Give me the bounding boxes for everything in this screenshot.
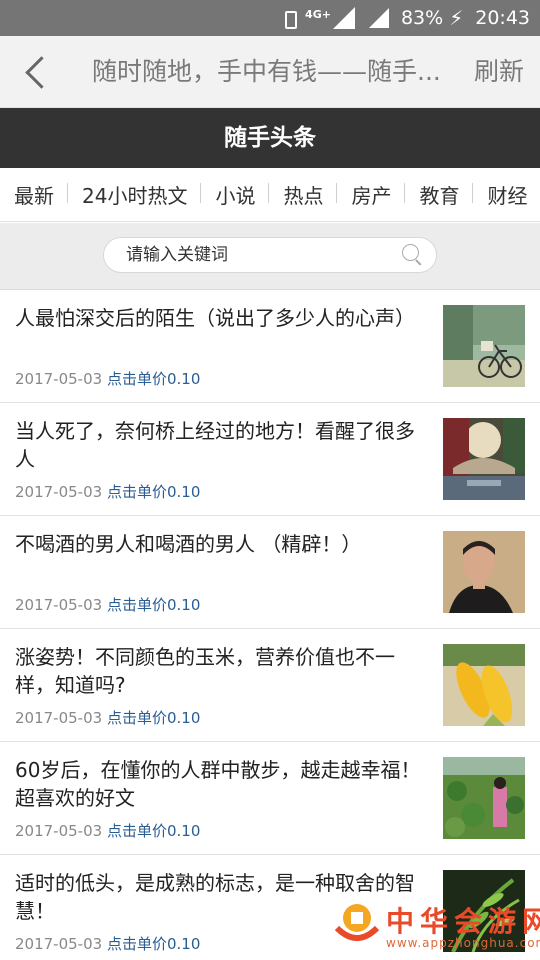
watermark-text: 中华会游网 xyxy=(386,905,540,938)
news-item[interactable]: 涨姿势！不同颜色的玉米，营养价值也不一样，知道吗? 2017-05-03 点击单… xyxy=(0,629,540,742)
news-price: 点击单价0.10 xyxy=(106,370,201,388)
news-title[interactable]: 不喝酒的男人和喝酒的男人 （精辟！） xyxy=(15,530,425,558)
news-date: 2017-05-03 xyxy=(15,709,103,727)
bicycle-photo[interactable] xyxy=(443,305,525,387)
search-icon[interactable] xyxy=(402,244,424,266)
news-meta: 2017-05-03 点击单价0.10 xyxy=(15,707,200,728)
news-item[interactable]: 人最怕深交后的陌生（说出了多少人的心声） 2017-05-03 点击单价0.10 xyxy=(0,290,540,403)
tab-finance[interactable]: 财经 xyxy=(473,180,540,209)
search-input[interactable] xyxy=(126,238,386,272)
news-price: 点击单价0.10 xyxy=(106,935,201,953)
status-icons: 4G+ 83% ⚡ 20:43 xyxy=(279,0,530,36)
refresh-button[interactable]: 刷新 xyxy=(474,36,524,108)
search-box xyxy=(103,237,437,273)
news-price: 点击单价0.10 xyxy=(106,483,201,501)
watermark-logo xyxy=(334,904,380,941)
tab-24h-hot[interactable]: 24小时热文 xyxy=(68,180,202,209)
news-meta: 2017-05-03 点击单价0.10 xyxy=(15,481,200,502)
news-meta: 2017-05-03 点击单价0.10 xyxy=(15,594,200,615)
page-title: 随时随地，手中有钱——随手... xyxy=(92,57,441,86)
search-area xyxy=(0,223,540,290)
tab-hotspot[interactable]: 热点 xyxy=(269,180,338,209)
man-portrait[interactable] xyxy=(443,531,525,613)
watermark: 中华会游网 www.appzhonghua.com xyxy=(332,898,540,958)
bridge-painting[interactable] xyxy=(443,418,525,500)
tab-novel[interactable]: 小说 xyxy=(201,180,270,209)
news-date: 2017-05-03 xyxy=(15,596,103,614)
news-item[interactable]: 不喝酒的男人和喝酒的男人 （精辟！） 2017-05-03 点击单价0.10 xyxy=(0,516,540,629)
news-date: 2017-05-03 xyxy=(15,822,103,840)
wifi-signal-icon xyxy=(368,8,389,28)
corn-photo[interactable] xyxy=(443,644,525,726)
network-type: 4G+ xyxy=(305,7,331,21)
news-price: 点击单价0.10 xyxy=(106,596,201,614)
news-date: 2017-05-03 xyxy=(15,935,103,953)
battery-percent: 83% xyxy=(400,7,444,29)
charging-icon: ⚡ xyxy=(449,6,464,30)
news-price: 点击单价0.10 xyxy=(106,709,201,727)
news-meta: 2017-05-03 点击单价0.10 xyxy=(15,933,200,954)
news-list: 人最怕深交后的陌生（说出了多少人的心声） 2017-05-03 点击单价0.10… xyxy=(0,290,540,960)
category-tabs: 最新 24小时热文 小说 热点 房产 教育 财经 xyxy=(0,168,540,222)
top-bar: 随时随地，手中有钱——随手... 刷新 xyxy=(0,36,540,108)
vibrate-icon xyxy=(279,8,299,29)
tab-latest[interactable]: 最新 xyxy=(0,180,68,209)
status-bar: 4G+ 83% ⚡ 20:43 xyxy=(0,0,540,36)
news-meta: 2017-05-03 点击单价0.10 xyxy=(15,820,200,841)
lotus-pond-photo[interactable] xyxy=(443,757,525,839)
news-title[interactable]: 涨姿势！不同颜色的玉米，营养价值也不一样，知道吗? xyxy=(15,643,425,699)
news-title[interactable]: 60岁后，在懂你的人群中散步，越走越幸福！超喜欢的好文 xyxy=(15,756,425,812)
news-title[interactable]: 人最怕深交后的陌生（说出了多少人的心声） xyxy=(15,304,425,332)
news-item[interactable]: 60岁后，在懂你的人群中散步，越走越幸福！超喜欢的好文 2017-05-03 点… xyxy=(0,742,540,855)
news-title[interactable]: 当人死了，奈何桥上经过的地方！看醒了很多人 xyxy=(15,417,425,473)
tab-real-estate[interactable]: 房产 xyxy=(337,180,406,209)
back-button[interactable] xyxy=(22,54,52,90)
news-price: 点击单价0.10 xyxy=(106,822,201,840)
news-date: 2017-05-03 xyxy=(15,483,103,501)
site-header: 随手头条 xyxy=(0,108,540,168)
mobile-signal-icon xyxy=(332,7,355,29)
clock: 20:43 xyxy=(475,7,530,29)
news-date: 2017-05-03 xyxy=(15,370,103,388)
tab-education[interactable]: 教育 xyxy=(405,180,474,209)
news-item[interactable]: 当人死了，奈何桥上经过的地方！看醒了很多人 2017-05-03 点击单价0.1… xyxy=(0,403,540,516)
news-meta: 2017-05-03 点击单价0.10 xyxy=(15,368,200,389)
watermark-url: www.appzhonghua.com xyxy=(386,936,540,950)
